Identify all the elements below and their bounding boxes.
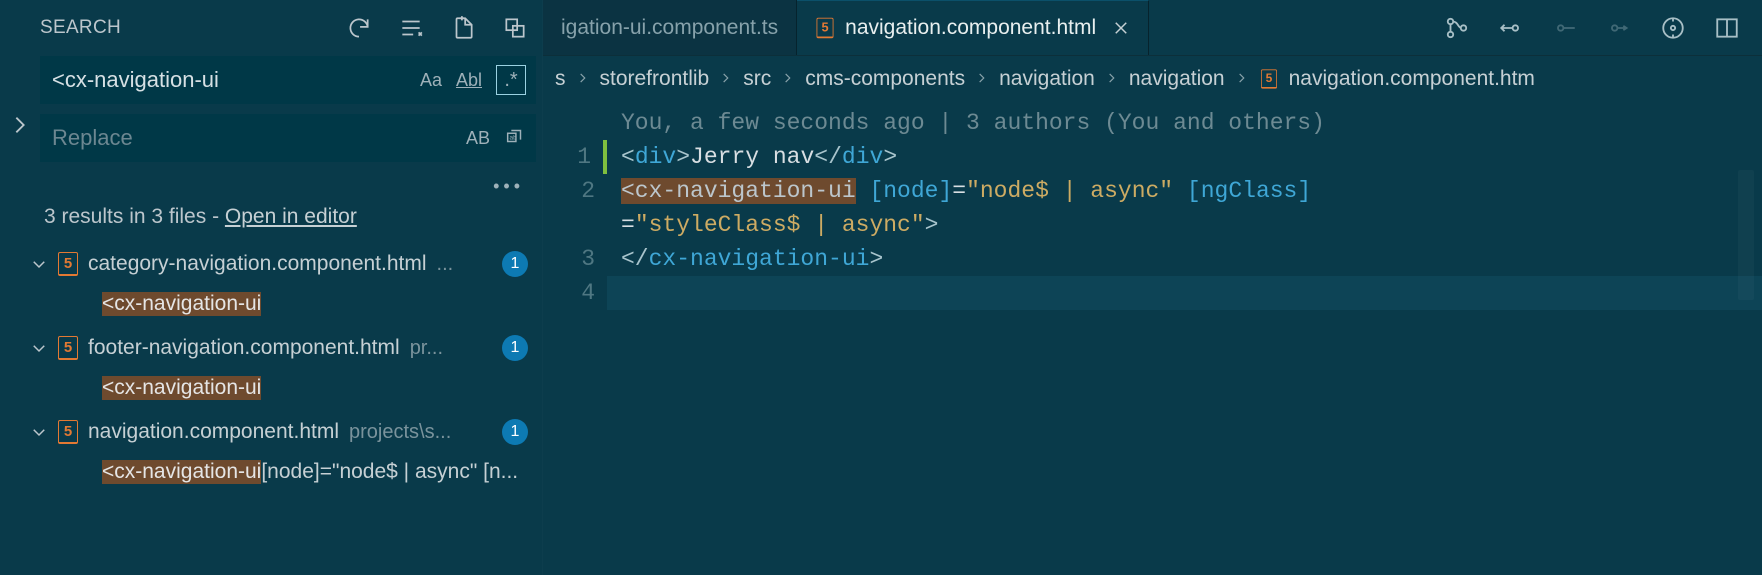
tab-label: navigation.component.html (845, 16, 1096, 40)
search-more-icon[interactable]: ••• (493, 176, 524, 197)
refresh-icon[interactable] (346, 15, 372, 41)
html-file-icon: 5 (58, 336, 78, 360)
toggle-replace-icon[interactable] (9, 114, 31, 136)
regex-toggle[interactable]: .* (496, 65, 526, 95)
open-in-editor-link[interactable]: Open in editor (225, 205, 357, 228)
result-file-row[interactable]: 5 footer-navigation.component.html pr...… (30, 327, 542, 369)
html-file-icon: 5 (817, 18, 834, 38)
split-editor-icon[interactable] (1714, 15, 1740, 41)
result-file-row[interactable]: 5 category-navigation.component.html ...… (30, 243, 542, 285)
chevron-down-icon (30, 423, 48, 441)
crumb[interactable]: s (555, 67, 566, 91)
result-filename: category-navigation.component.html (88, 252, 427, 276)
prev-change-icon[interactable] (1552, 15, 1578, 41)
close-tab-icon[interactable] (1112, 19, 1130, 37)
crumb[interactable]: navigation.component.htm (1289, 67, 1535, 91)
breadcrumbs[interactable]: s storefrontlib src cms-components navig… (543, 56, 1762, 102)
new-file-icon[interactable] (450, 15, 476, 41)
code-line[interactable]: <cx-navigation-ui [node]="node$ | async"… (607, 174, 1762, 208)
code-line-wrap[interactable]: ="styleClass$ | async"> (607, 208, 1762, 242)
result-path: pr... (410, 337, 443, 360)
result-path: ... (437, 253, 454, 276)
chevron-right-icon (975, 67, 989, 91)
result-badge: 1 (502, 335, 528, 361)
editor-pane: igation-ui.component.ts 5 navigation.com… (543, 0, 1762, 575)
tab-bar: igation-ui.component.ts 5 navigation.com… (543, 0, 1762, 56)
source-control-icon[interactable] (1444, 15, 1470, 41)
clear-results-icon[interactable] (398, 15, 424, 41)
result-match[interactable]: <cx-navigation-ui (30, 285, 542, 323)
line-numbers: 1 2 3 4 (543, 102, 607, 575)
chevron-right-icon (719, 67, 733, 91)
collapse-results-icon[interactable] (502, 15, 528, 41)
editor-actions (1422, 0, 1762, 55)
replace-input[interactable] (52, 125, 466, 151)
search-input-box: Aa Abl .* (40, 56, 536, 104)
search-input[interactable] (52, 67, 420, 93)
search-panel: SEARCH Aa Abl .* AB (0, 0, 543, 575)
tab-label: igation-ui.component.ts (561, 16, 778, 40)
replace-input-box: AB ab (40, 114, 536, 162)
preserve-case-toggle[interactable]: AB (466, 128, 490, 149)
search-header: SEARCH (0, 0, 542, 56)
tab-inactive[interactable]: igation-ui.component.ts (543, 0, 797, 55)
result-filename: navigation.component.html (88, 420, 339, 444)
html-file-icon: 5 (58, 252, 78, 276)
result-badge: 1 (502, 251, 528, 277)
code-line[interactable]: <div>Jerry nav</div> (607, 140, 1762, 174)
replace-all-icon[interactable]: ab (504, 125, 526, 152)
chevron-down-icon (30, 255, 48, 273)
result-path: projects\s... (349, 421, 451, 444)
chevron-right-icon (1235, 67, 1249, 91)
code-line[interactable]: </cx-navigation-ui> (607, 242, 1762, 276)
crumb[interactable]: navigation (999, 67, 1095, 91)
search-title: SEARCH (40, 17, 121, 39)
search-result-group: 5 category-navigation.component.html ...… (0, 243, 542, 323)
crumb[interactable]: navigation (1129, 67, 1225, 91)
result-match[interactable]: <cx-navigation-ui [node]="node$ | async"… (30, 453, 542, 491)
chevron-down-icon (30, 339, 48, 357)
gitlens-annotation: You, a few seconds ago | 3 authors (You … (607, 106, 1762, 140)
revision-icon[interactable] (1660, 15, 1686, 41)
search-result-group: 5 footer-navigation.component.html pr...… (0, 327, 542, 407)
minimap[interactable] (1738, 170, 1754, 300)
svg-text:ab: ab (510, 134, 518, 141)
chevron-right-icon (576, 67, 590, 91)
search-summary: 3 results in 3 files - Open in editor (0, 203, 542, 243)
whole-word-toggle[interactable]: Abl (456, 70, 482, 91)
result-file-row[interactable]: 5 navigation.component.html projects\s..… (30, 411, 542, 453)
crumb[interactable]: cms-components (805, 67, 965, 91)
tab-active[interactable]: 5 navigation.component.html (797, 0, 1149, 55)
crumb[interactable]: src (743, 67, 771, 91)
result-badge: 1 (502, 419, 528, 445)
html-file-icon: 5 (58, 420, 78, 444)
crumb[interactable]: storefrontlib (600, 67, 710, 91)
match-case-toggle[interactable]: Aa (420, 70, 442, 91)
code-editor[interactable]: 1 2 3 4 You, a few seconds ago | 3 autho… (543, 102, 1762, 575)
current-line-highlight (607, 276, 1762, 310)
search-result-group: 5 navigation.component.html projects\s..… (0, 411, 542, 491)
chevron-right-icon (781, 67, 795, 91)
chevron-right-icon (1105, 67, 1119, 91)
code-body[interactable]: You, a few seconds ago | 3 authors (You … (607, 102, 1762, 575)
undo-commit-icon[interactable] (1498, 15, 1524, 41)
html-file-icon: 5 (1261, 69, 1277, 88)
result-filename: footer-navigation.component.html (88, 336, 400, 360)
next-change-icon[interactable] (1606, 15, 1632, 41)
result-match[interactable]: <cx-navigation-ui (30, 369, 542, 407)
